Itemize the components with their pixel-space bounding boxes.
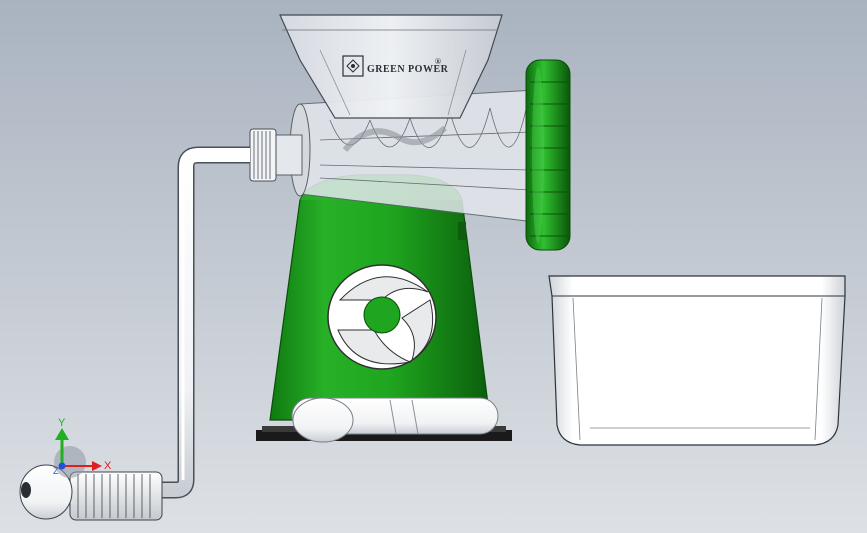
z-axis-icon: [58, 462, 66, 470]
z-axis-label: Z: [53, 466, 59, 476]
x-axis-label: X: [104, 460, 112, 472]
crank-grip[interactable]: [19, 464, 163, 521]
x-axis-arrow-icon: [92, 461, 102, 471]
y-axis-arrow-icon: [55, 428, 69, 440]
screw-collar[interactable]: [249, 128, 303, 182]
juice-bowl[interactable]: [548, 275, 846, 446]
view-orientation-triad[interactable]: Y X Z: [53, 417, 112, 478]
suction-knob[interactable]: [327, 264, 437, 370]
crank-handle[interactable]: [160, 146, 250, 499]
y-axis-label: Y: [58, 417, 66, 429]
adjustment-knob[interactable]: [525, 59, 571, 251]
brand-mark: ®: [435, 57, 441, 66]
cad-model-scene[interactable]: GREEN POWER ® Y X Z: [0, 0, 867, 533]
cad-viewport[interactable]: GREEN POWER ® Y X Z: [0, 0, 867, 533]
